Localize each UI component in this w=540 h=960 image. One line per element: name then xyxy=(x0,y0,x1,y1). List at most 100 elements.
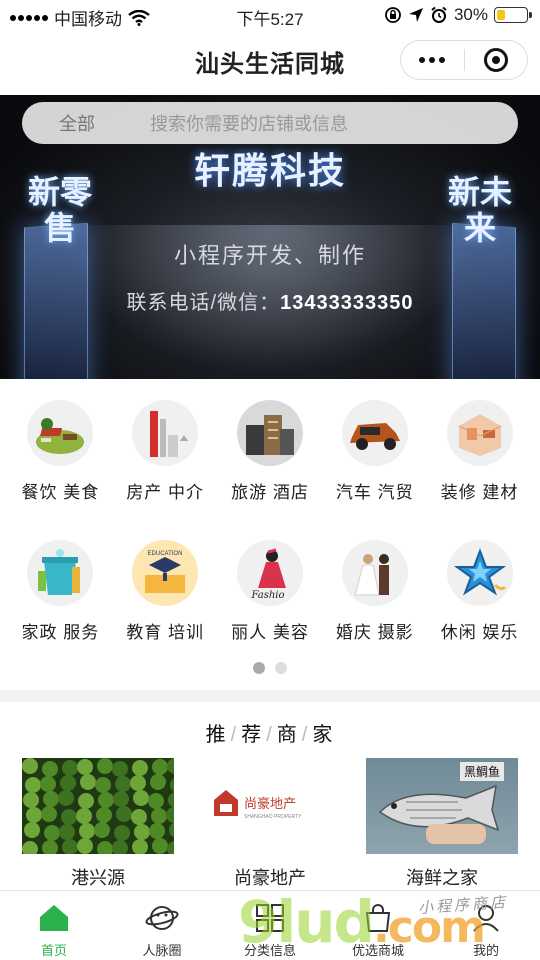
category-car[interactable]: 汽车 汽贸 xyxy=(325,400,425,540)
lime-fruit xyxy=(26,807,42,823)
home-icon xyxy=(37,901,71,935)
lime-fruit xyxy=(62,839,78,854)
category-hotel[interactable]: 旅游 酒店 xyxy=(220,400,320,540)
lime-fruit xyxy=(77,759,93,775)
lime-fruit xyxy=(77,838,93,854)
merchant-list: 港兴源 尚豪地产 SHANGHAO PROPERTY 尚豪地产 黑鲷鱼 海鲜之家 xyxy=(22,758,518,890)
lime-fruit xyxy=(152,759,168,775)
banner-subtitle: 小程序开发、制作 xyxy=(173,243,366,268)
category-dining[interactable]: 餐饮 美食 xyxy=(10,400,110,540)
lime-fruit xyxy=(167,841,174,854)
category-label: 房产 中介 xyxy=(126,483,205,502)
lime-fruit xyxy=(25,777,41,793)
category-real-estate[interactable]: 房产 中介 xyxy=(115,400,215,540)
category-label: 装修 建材 xyxy=(440,483,519,502)
mini-program-capsule xyxy=(400,40,528,80)
banner-contact: 联系电话/微信：13433333350 xyxy=(0,286,540,315)
banner-contact-label: 联系电话/微信： xyxy=(126,292,281,314)
more-icon[interactable] xyxy=(401,57,464,63)
merchant-name: 海鲜之家 xyxy=(406,868,478,888)
navigation-bar: 汕头生活同城 xyxy=(0,32,540,88)
tab-label: 人脉圈 xyxy=(142,943,182,958)
lime-fruit xyxy=(113,791,129,807)
close-button[interactable] xyxy=(465,48,528,72)
rotation-lock-icon xyxy=(385,7,401,23)
lime-fruit xyxy=(95,777,111,793)
category-housekeeping[interactable]: 家政 服务 xyxy=(10,540,110,680)
merchant-card[interactable]: 黑鲷鱼 海鲜之家 xyxy=(366,758,518,890)
lime-fruit xyxy=(42,761,58,777)
banner-contact-number: 13433333350 xyxy=(280,292,414,314)
page-dot-active[interactable] xyxy=(253,662,265,674)
housekeeping-icon xyxy=(27,540,94,606)
lime-fruit xyxy=(62,760,78,776)
lime-fruit xyxy=(169,822,174,838)
merchant-card[interactable]: 尚豪地产 SHANGHAO PROPERTY 尚豪地产 xyxy=(194,758,346,890)
category-label: 餐饮 美食 xyxy=(21,483,100,502)
beauty-icon: Fashio xyxy=(236,540,303,606)
category-decoration[interactable]: 装修 建材 xyxy=(430,400,530,540)
category-label: 旅游 酒店 xyxy=(231,483,309,502)
lime-fruit xyxy=(149,823,165,839)
category-row: 餐饮 美食 房产 中介 旅游 酒店 汽车 汽贸 装修 建材 xyxy=(0,400,540,540)
category-label: 汽车 汽贸 xyxy=(335,483,414,502)
battery-fill xyxy=(497,10,506,20)
category-grid: 餐饮 美食 房产 中介 旅游 酒店 汽车 汽贸 装修 建材 家政 服务 EDUC… xyxy=(0,400,540,680)
lime-fruit xyxy=(167,758,174,774)
target-icon xyxy=(483,48,508,72)
category-beauty[interactable]: Fashio 丽人 美容 xyxy=(220,540,320,680)
status-bar: 中国移动 下午5:27 30% xyxy=(0,0,540,32)
page-dot[interactable] xyxy=(275,662,287,674)
search-bar[interactable]: 全部 搜索你需要的店铺或信息 xyxy=(22,102,518,144)
banner-title: 轩腾科技 xyxy=(193,150,346,191)
lime-fruit xyxy=(96,807,112,823)
lime-fruit xyxy=(43,791,59,807)
merchant-image-limes xyxy=(22,758,174,854)
category-label: 婚庆 摄影 xyxy=(335,623,414,642)
status-right: 30% xyxy=(384,5,532,25)
search-input[interactable]: 搜索你需要的店铺或信息 xyxy=(132,110,348,136)
lime-fruit xyxy=(42,840,58,854)
carousel-indicator xyxy=(0,662,540,674)
wedding-icon xyxy=(341,540,408,606)
category-label: 家政 服务 xyxy=(21,623,100,642)
battery-percent: 30% xyxy=(453,5,488,24)
lime-fruit xyxy=(152,838,168,854)
beauty-icon-text: Fashio xyxy=(250,590,284,601)
leisure-icon xyxy=(446,540,513,606)
category-leisure[interactable]: 休闲 娱乐 xyxy=(430,540,530,680)
lime-fruit xyxy=(115,776,131,792)
lime-fruit xyxy=(166,807,174,823)
lime-fruit xyxy=(60,775,76,791)
lime-fruit xyxy=(116,806,132,822)
tab-network[interactable]: 人脉圈 xyxy=(108,891,216,960)
lime-fruit xyxy=(170,778,174,792)
tab-home[interactable]: 首页 xyxy=(0,891,108,960)
category-wedding[interactable]: 婚庆 摄影 xyxy=(325,540,425,680)
section-title-char: 荐 xyxy=(241,724,264,746)
lime-fruit xyxy=(150,774,166,790)
merchant-logo-subtext: SHANGHAO PROPERTY xyxy=(244,814,302,820)
lime-fruit xyxy=(132,839,148,854)
category-label: 丽人 美容 xyxy=(231,623,309,642)
category-education[interactable]: EDUCATION 教育 培训 xyxy=(115,540,215,680)
watermark-brand: 9lud xyxy=(238,888,375,956)
merchant-image-fish: 黑鲷鱼 xyxy=(366,758,518,854)
lime-fruit xyxy=(168,792,174,808)
lime-fruit xyxy=(22,758,38,774)
planet-icon xyxy=(145,901,179,935)
lime-fruit xyxy=(94,822,110,838)
alarm-icon xyxy=(431,6,447,23)
lime-fruit xyxy=(112,761,128,777)
search-category-select[interactable]: 全部 xyxy=(22,110,132,136)
section-title-char: 推 xyxy=(205,724,228,746)
real-estate-icon xyxy=(132,400,199,466)
lime-fruit xyxy=(80,774,96,790)
section-title: 推 / 荐 / 商 / 家 xyxy=(205,724,335,746)
lime-fruit xyxy=(148,793,164,809)
lime-fruit xyxy=(79,823,95,839)
lime-fruit xyxy=(131,809,147,825)
fish-tag: 黑鲷鱼 xyxy=(459,762,504,781)
merchant-card[interactable]: 港兴源 xyxy=(22,758,174,890)
lime-fruit xyxy=(76,808,92,824)
